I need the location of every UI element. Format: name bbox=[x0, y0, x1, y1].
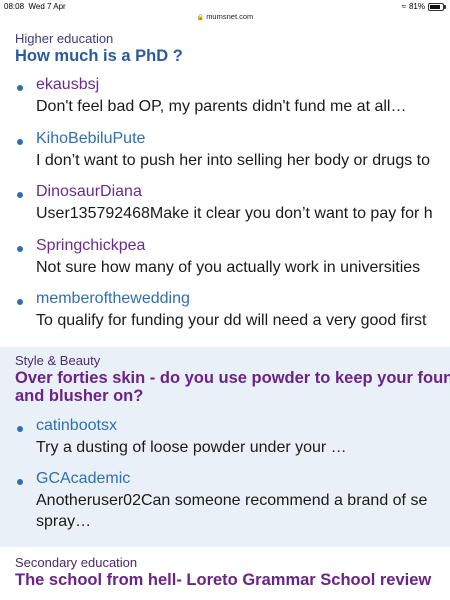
post-author[interactable]: Springchickpea bbox=[36, 237, 145, 255]
status-date: Wed 7 Apr bbox=[28, 2, 66, 11]
wifi-icon: ≈ bbox=[401, 2, 406, 11]
category-label[interactable]: Secondary education bbox=[15, 555, 137, 570]
post-author[interactable]: KihoBebiluPute bbox=[36, 130, 145, 148]
post-snippet[interactable]: User135792468Make it clear you don’t wan… bbox=[36, 203, 433, 224]
lock-icon: 🔒 bbox=[196, 15, 205, 21]
bullet-icon bbox=[17, 426, 23, 432]
thread-section-higher-education: Higher education How much is a PhD ? eka… bbox=[0, 22, 450, 337]
category-label[interactable]: Style & Beauty bbox=[15, 353, 100, 368]
bullet-icon bbox=[17, 85, 23, 91]
battery-fill bbox=[430, 4, 440, 9]
bullet-icon bbox=[17, 246, 23, 252]
thread-title-line-2[interactable]: and blusher on? bbox=[15, 386, 143, 406]
battery-percent: 81% bbox=[408, 2, 425, 11]
thread-title[interactable]: How much is a PhD ? bbox=[15, 46, 183, 66]
bullet-icon bbox=[17, 192, 23, 198]
address-url: mumsnet.com bbox=[206, 12, 254, 21]
post-snippet[interactable]: To qualify for funding your dd will need… bbox=[36, 310, 426, 331]
battery-icon bbox=[428, 2, 446, 11]
bullet-icon bbox=[17, 139, 23, 145]
status-time: 08:08 bbox=[4, 2, 25, 11]
thread-title[interactable]: The school from hell- Loreto Grammar Sch… bbox=[15, 570, 431, 590]
post-author[interactable]: catinbootsx bbox=[36, 417, 117, 435]
post-snippet-line-1[interactable]: Anotheruser02Can someone recommend a bra… bbox=[36, 490, 427, 511]
post-author[interactable]: memberofthewedding bbox=[36, 290, 190, 308]
status-indicators: ≈ 81% bbox=[401, 2, 446, 11]
thread-section-style-beauty: Style & Beauty Over forties skin - do yo… bbox=[0, 347, 450, 547]
bullet-icon bbox=[17, 299, 23, 305]
category-label[interactable]: Higher education bbox=[15, 31, 113, 46]
address-bar[interactable]: 🔒 mumsnet.com bbox=[0, 12, 450, 21]
post-snippet[interactable]: Not sure how many of you actually work i… bbox=[36, 257, 420, 278]
post-snippet[interactable]: Don't feel bad OP, my parents didn't fun… bbox=[36, 96, 406, 117]
post-snippet-line-2[interactable]: spray… bbox=[36, 511, 91, 532]
thread-title-line-1[interactable]: Over forties skin - do you use powder to… bbox=[15, 368, 450, 388]
status-bar: 08:08 Wed 7 Apr 🔒 mumsnet.com ≈ 81% bbox=[0, 0, 450, 22]
post-author[interactable]: DinosaurDiana bbox=[36, 183, 142, 201]
post-author[interactable]: GCAcademic bbox=[36, 470, 130, 488]
bullet-icon bbox=[17, 479, 23, 485]
post-snippet[interactable]: I don’t want to push her into selling he… bbox=[36, 150, 430, 171]
post-snippet[interactable]: Try a dusting of loose powder under your… bbox=[36, 437, 347, 458]
thread-section-secondary-education: Secondary education The school from hell… bbox=[0, 552, 450, 600]
post-author[interactable]: ekausbsj bbox=[36, 76, 99, 94]
status-time-date: 08:08 Wed 7 Apr bbox=[4, 2, 66, 11]
